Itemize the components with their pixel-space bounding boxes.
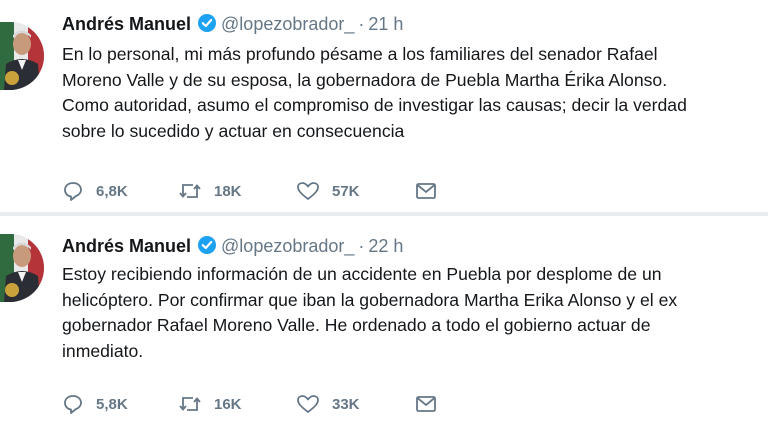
direct-message-icon xyxy=(414,180,438,202)
reply-button[interactable]: 6,8K xyxy=(62,178,128,204)
reply-count: 6,8K xyxy=(96,182,128,200)
direct-message-icon xyxy=(414,393,438,415)
tweet-text: Estoy recibiendo información de un accid… xyxy=(62,264,678,361)
tweet-actions: 5,8K 16K 33K xyxy=(62,391,768,417)
retweet-button[interactable]: 16K xyxy=(178,391,242,417)
like-count: 57K xyxy=(332,182,360,200)
tweet[interactable]: Andrés Manuel @lopezobrador_ · 22 h Estoy r… xyxy=(0,216,768,432)
like-icon xyxy=(296,180,320,202)
retweet-count: 16K xyxy=(214,395,242,413)
tweet-text: En lo personal, mi más profundo pésame a… xyxy=(62,44,687,141)
reply-count: 5,8K xyxy=(96,395,128,413)
reply-button[interactable]: 5,8K xyxy=(62,391,128,417)
like-count: 33K xyxy=(332,395,360,413)
timestamp[interactable]: 21 h xyxy=(368,14,403,34)
reply-icon xyxy=(62,180,84,202)
tweet[interactable]: Andrés Manuel @lopezobrador_ · 21 h En lo p… xyxy=(0,0,768,212)
author-name[interactable]: Andrés Manuel xyxy=(62,236,191,256)
separator-dot: · xyxy=(358,236,365,256)
retweet-icon xyxy=(178,180,202,202)
tweet-header: Andrés Manuel @lopezobrador_ · 22 h xyxy=(62,234,403,261)
author-name[interactable]: Andrés Manuel xyxy=(62,14,191,34)
retweet-count: 18K xyxy=(214,182,242,200)
direct-message-button[interactable] xyxy=(414,178,438,204)
avatar[interactable] xyxy=(0,234,44,302)
tweet-header: Andrés Manuel @lopezobrador_ · 21 h xyxy=(62,12,403,39)
author-handle[interactable]: @lopezobrador_ xyxy=(221,236,354,256)
tweet-actions: 6,8K 18K 57K xyxy=(62,178,768,204)
retweet-icon xyxy=(178,393,202,415)
timestamp[interactable]: 22 h xyxy=(368,236,403,256)
verified-badge-icon xyxy=(197,235,217,261)
like-button[interactable]: 33K xyxy=(296,391,360,417)
author-handle[interactable]: @lopezobrador_ xyxy=(221,14,354,34)
avatar[interactable] xyxy=(0,22,44,90)
direct-message-button[interactable] xyxy=(414,391,438,417)
separator-dot: · xyxy=(358,14,365,34)
reply-icon xyxy=(62,393,84,415)
like-button[interactable]: 57K xyxy=(296,178,360,204)
retweet-button[interactable]: 18K xyxy=(178,178,242,204)
verified-badge-icon xyxy=(197,13,217,39)
like-icon xyxy=(296,393,320,415)
